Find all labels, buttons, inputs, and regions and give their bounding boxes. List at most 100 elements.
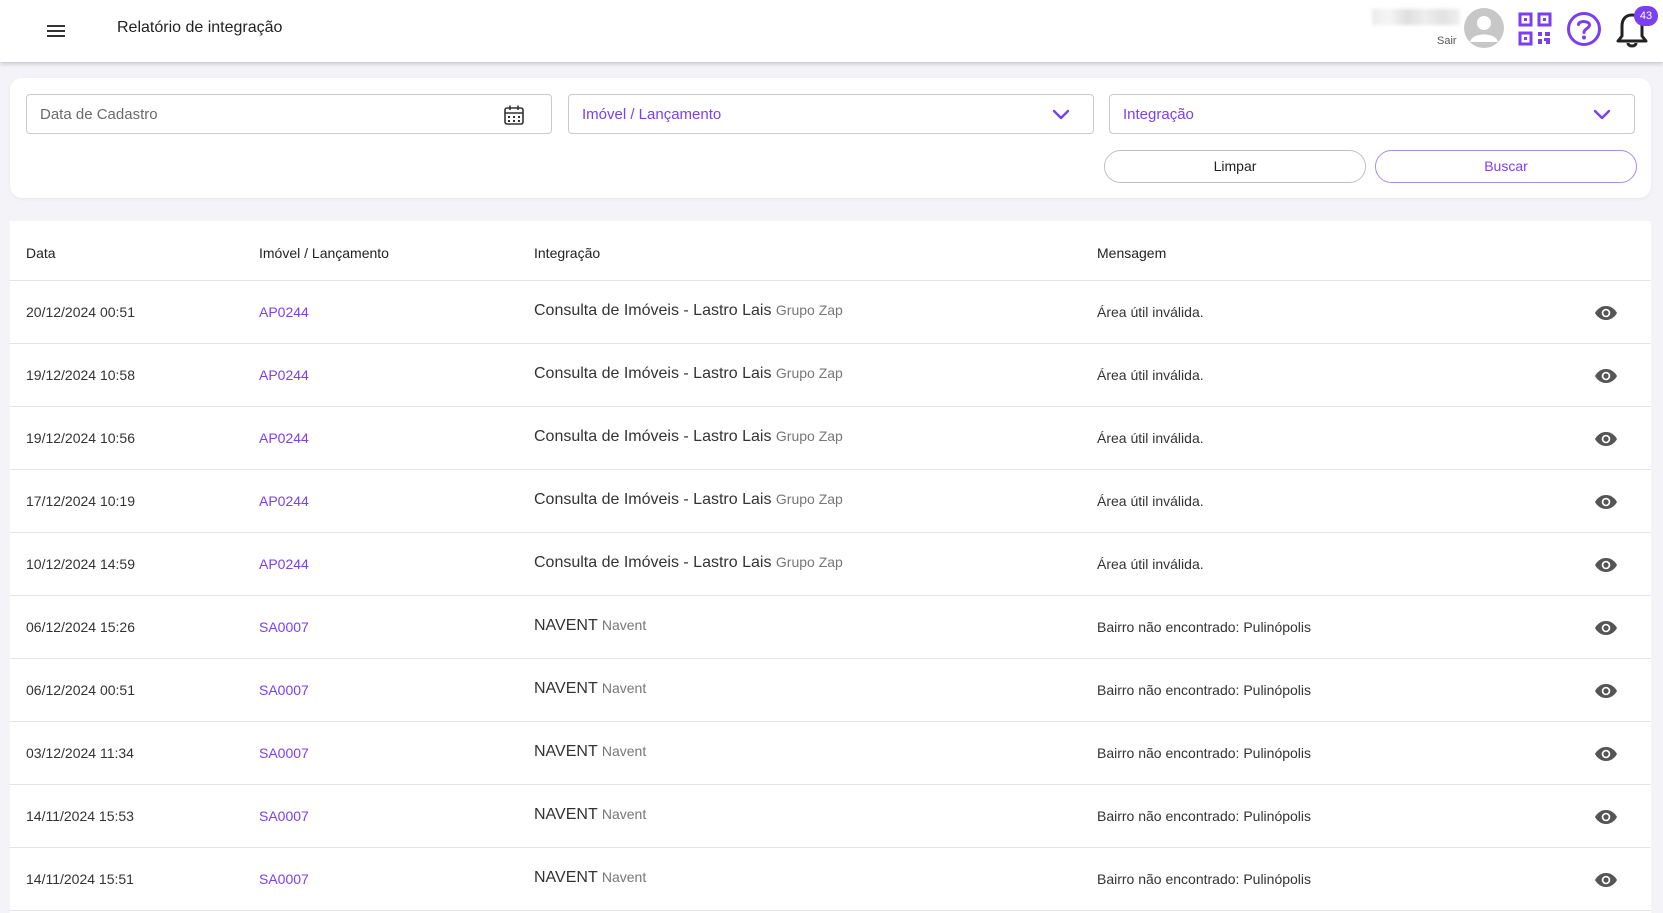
results-table: Data Imóvel / Lançamento Integração Mens… <box>10 221 1651 913</box>
chevron-down-icon <box>1593 109 1611 120</box>
row-integracao-provider: Grupo Zap <box>775 365 843 381</box>
row-mensagem: Área útil inválida. <box>1097 367 1204 383</box>
column-header-imovel[interactable]: Imóvel / Lançamento <box>259 245 389 261</box>
username-redacted <box>1372 9 1460 25</box>
row-integracao-provider: Navent <box>601 680 647 696</box>
row-integracao-provider: Navent <box>601 617 647 633</box>
eye-icon[interactable] <box>1594 805 1618 829</box>
eye-icon[interactable] <box>1594 616 1618 640</box>
row-mensagem: Bairro não encontrado: Pulinópolis <box>1097 871 1312 887</box>
page-title: Relatório de integração <box>117 19 283 36</box>
search-button[interactable]: Buscar <box>1375 150 1637 183</box>
row-integracao-name: NAVENT <box>534 743 598 760</box>
table-row: 20/12/2024 00:51 AP0244 Consulta de Imóvei… <box>10 281 1651 344</box>
date-field-placeholder: Data de Cadastro <box>40 106 158 123</box>
table-row: 19/12/2024 10:56 AP0244 Consulta de Imóvei… <box>10 407 1651 470</box>
notification-badge: 43 <box>1634 6 1658 26</box>
row-imovel-link[interactable]: SA0007 <box>259 619 309 635</box>
row-date: 14/11/2024 15:51 <box>26 871 134 887</box>
integracao-select[interactable]: Integração <box>1109 94 1635 134</box>
row-date: 03/12/2024 11:34 <box>26 745 134 761</box>
imovel-select-placeholder: Imóvel / Lançamento <box>582 106 722 123</box>
column-header-integracao[interactable]: Integração <box>534 245 600 261</box>
eye-icon[interactable] <box>1594 679 1618 703</box>
row-integracao-name: NAVENT <box>534 680 598 697</box>
row-integracao-provider: Grupo Zap <box>775 302 843 318</box>
row-date: 06/12/2024 15:26 <box>26 619 135 635</box>
row-mensagem: Área útil inválida. <box>1097 430 1204 446</box>
row-integracao-provider: Grupo Zap <box>775 428 843 444</box>
row-integracao: Consulta de Imóveis - Lastro Lais Grupo … <box>534 491 843 509</box>
row-integracao-provider: Grupo Zap <box>775 554 843 570</box>
eye-icon[interactable] <box>1594 742 1618 766</box>
row-integracao-provider: Navent <box>601 743 647 759</box>
row-mensagem: Bairro não encontrado: Pulinópolis <box>1097 682 1312 698</box>
row-integracao-name: NAVENT <box>534 806 598 823</box>
row-mensagem: Bairro não encontrado: Pulinópolis <box>1097 619 1312 635</box>
row-integracao: Consulta de Imóveis - Lastro Lais Grupo … <box>534 554 843 572</box>
hamburger-menu-icon[interactable] <box>44 20 70 42</box>
column-header-mensagem[interactable]: Mensagem <box>1097 245 1166 261</box>
filter-panel: Data de Cadastro Imóvel / Lançamento Int… <box>10 78 1651 198</box>
table-row: 10/12/2024 14:59 AP0244 Consulta de Imóvei… <box>10 533 1651 596</box>
column-header-date[interactable]: Data <box>26 245 56 261</box>
row-imovel-link[interactable]: SA0007 <box>259 808 309 824</box>
row-date: 20/12/2024 00:51 <box>26 304 135 320</box>
row-integracao-name: Consulta de Imóveis - Lastro Lais <box>534 302 772 319</box>
table-row: 14/11/2024 15:53 SA0007 NAVENT Navent Bairr… <box>10 785 1651 848</box>
row-integracao-name: NAVENT <box>534 869 598 886</box>
table-row: 17/12/2024 10:19 AP0244 Consulta de Imóvei… <box>10 470 1651 533</box>
row-integracao-provider: Grupo Zap <box>775 491 843 507</box>
row-imovel-link[interactable]: SA0007 <box>259 682 309 698</box>
row-mensagem: Área útil inválida. <box>1097 493 1204 509</box>
row-integracao: Consulta de Imóveis - Lastro Lais Grupo … <box>534 365 843 383</box>
row-integracao-name: Consulta de Imóveis - Lastro Lais <box>534 491 772 508</box>
row-imovel-link[interactable]: SA0007 <box>259 871 309 887</box>
row-mensagem: Área útil inválida. <box>1097 304 1204 320</box>
row-date: 19/12/2024 10:56 <box>26 430 135 446</box>
user-avatar-icon[interactable] <box>1464 8 1504 48</box>
imovel-select[interactable]: Imóvel / Lançamento <box>568 94 1094 134</box>
row-integracao: NAVENT Navent <box>534 869 646 887</box>
row-mensagem: Área útil inválida. <box>1097 556 1204 572</box>
row-integracao-name: Consulta de Imóveis - Lastro Lais <box>534 365 772 382</box>
eye-icon[interactable] <box>1594 427 1618 451</box>
eye-icon[interactable] <box>1594 868 1618 892</box>
row-integracao: NAVENT Navent <box>534 680 646 698</box>
row-imovel-link[interactable]: AP0244 <box>259 304 309 320</box>
calendar-icon[interactable] <box>503 104 525 126</box>
top-bar: Relatório de integração Sair 43 <box>0 0 1663 62</box>
row-imovel-link[interactable]: AP0244 <box>259 430 309 446</box>
help-circle-icon[interactable] <box>1566 11 1602 47</box>
eye-icon[interactable] <box>1594 301 1618 325</box>
row-date: 14/11/2024 15:53 <box>26 808 134 824</box>
row-integracao-provider: Navent <box>601 806 647 822</box>
row-integracao: NAVENT Navent <box>534 617 646 635</box>
eye-icon[interactable] <box>1594 490 1618 514</box>
row-integracao: Consulta de Imóveis - Lastro Lais Grupo … <box>534 302 843 320</box>
table-header: Data Imóvel / Lançamento Integração Mens… <box>10 221 1651 281</box>
row-integracao: Consulta de Imóveis - Lastro Lais Grupo … <box>534 428 843 446</box>
row-integracao-name: Consulta de Imóveis - Lastro Lais <box>534 554 772 571</box>
row-mensagem: Bairro não encontrado: Pulinópolis <box>1097 745 1312 761</box>
row-imovel-link[interactable]: AP0244 <box>259 556 309 572</box>
qr-code-icon[interactable] <box>1518 12 1552 46</box>
row-imovel-link[interactable]: AP0244 <box>259 493 309 509</box>
table-row: 06/12/2024 00:51 SA0007 NAVENT Navent Bairr… <box>10 659 1651 722</box>
date-field[interactable]: Data de Cadastro <box>26 94 552 134</box>
table-row: 19/12/2024 10:58 AP0244 Consulta de Imóvei… <box>10 344 1651 407</box>
row-integracao: NAVENT Navent <box>534 743 646 761</box>
row-imovel-link[interactable]: SA0007 <box>259 745 309 761</box>
table-row: 14/11/2024 15:51 SA0007 NAVENT Navent Bairr… <box>10 848 1651 911</box>
logout-link[interactable]: Sair <box>1437 35 1457 47</box>
integracao-select-placeholder: Integração <box>1123 106 1194 123</box>
row-date: 06/12/2024 00:51 <box>26 682 135 698</box>
eye-icon[interactable] <box>1594 553 1618 577</box>
clear-button[interactable]: Limpar <box>1104 150 1366 183</box>
eye-icon[interactable] <box>1594 364 1618 388</box>
table-row: 06/12/2024 15:26 SA0007 NAVENT Navent Bairr… <box>10 596 1651 659</box>
row-mensagem: Bairro não encontrado: Pulinópolis <box>1097 808 1312 824</box>
row-date: 19/12/2024 10:58 <box>26 367 135 383</box>
row-integracao-name: Consulta de Imóveis - Lastro Lais <box>534 428 772 445</box>
row-imovel-link[interactable]: AP0244 <box>259 367 309 383</box>
